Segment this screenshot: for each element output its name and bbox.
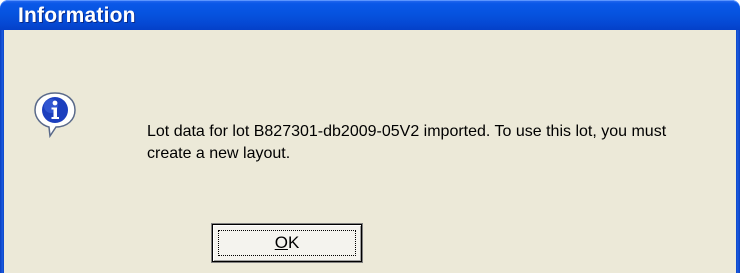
ok-label-rest: K (287, 233, 300, 252)
title-bar[interactable]: Information (0, 0, 740, 30)
dialog-title: Information (18, 4, 136, 27)
ok-button[interactable]: OK (212, 224, 362, 262)
dialog-body: Lot data for lot B827301-db2009-05V2 imp… (4, 30, 736, 273)
ok-button-label: OK (275, 233, 300, 253)
message-text: Lot data for lot B827301-db2009-05V2 imp… (147, 123, 667, 162)
ok-mnemonic: O (274, 233, 288, 252)
window-frame-right (736, 30, 740, 273)
info-icon (34, 92, 76, 138)
information-dialog: Information Lot data for lot B827301-db2… (0, 0, 752, 273)
